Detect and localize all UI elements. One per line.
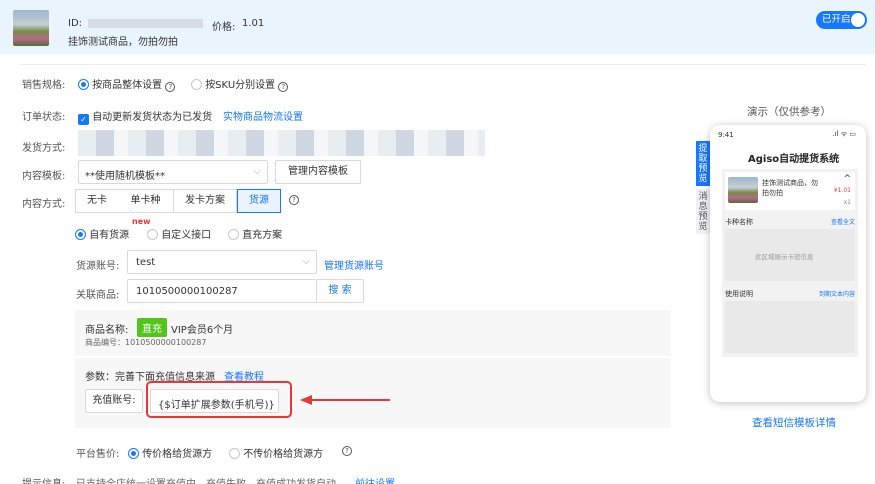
price-label: 价格: [212,22,236,33]
preview-card-area: 此区域展示卡密信息 [725,229,855,281]
product-header: ID: 价格: 1.01 挂饰测试商品，勿拍勿拍 已开启 [0,0,875,54]
pass-price-label: 传价格给货源方 [142,449,213,460]
header-divider [20,64,866,65]
auto-ship-label: 自动更新发货状态为已发货 [92,112,213,123]
sales-spec-whole[interactable]: 按商品整体设置 ? [78,76,176,92]
radio-icon [128,448,139,459]
tip-text: 已支持全店统一设置充值中、充值失败、充值成功发货自动 [76,475,336,484]
tab-no-card[interactable]: 无卡 [75,189,119,213]
chevron-up-icon: ^ [843,174,851,184]
toggle-knob [851,13,865,27]
chevron-down-icon: ⌵ [253,166,261,177]
radio-icon [147,229,158,240]
linked-product-input[interactable]: 1010500000100287 [127,279,317,303]
help-icon: ? [165,82,176,92]
preview-thumbnail [728,177,758,203]
platform-price-label: 平台售价: [76,449,120,460]
tab-message-preview[interactable]: 消息预览 [696,189,710,234]
nopass-price-radio[interactable]: 不传价格给货源方 [229,445,323,460]
manage-template-button[interactable]: 管理内容模板 [275,160,361,184]
phone-status-icon: .ıl ᯤ ▭ [832,130,856,138]
preview-body: 挂饰测试商品，勿拍勿拍 ^ ¥1.01 x1 卡种名称 查看全文 此区域展示卡密… [722,169,858,357]
sales-spec-whole-label: 按商品整体设置 [92,80,163,91]
sms-template-link[interactable]: 查看短信模板详情 [752,415,836,430]
preview-usage-link: 到期文本内容 [818,291,855,298]
product-name-label: 商品名称: [85,325,129,336]
toggle-label: 已开启 [822,14,851,25]
radio-icon [229,448,240,459]
ship-method-redacted [78,130,485,156]
tip-settings-link[interactable]: 前往设置 [355,475,395,484]
chevron-down-icon: ⌵ [302,256,310,267]
id-label: ID: [68,18,83,29]
preview-card-label: 卡种名称 [725,218,753,226]
phone-time: 9:41 [718,131,734,139]
source-account-select[interactable]: test ⌵ [127,250,317,274]
preview-price: ¥1.01 [833,187,851,194]
tab-single-card[interactable]: 单卡种 [118,189,174,213]
help-icon: ? [289,195,299,205]
arrow-left-icon [300,395,390,405]
source-account-value: test [136,257,156,268]
highlight-box [146,381,292,418]
search-button[interactable]: 搜 索 [316,279,364,303]
phone-preview: 9:41 .ıl ᯤ ▭ Agiso自动提货系统 挂饰测试商品，勿拍勿拍 ^ ¥… [710,125,866,402]
preview-product-card: 挂饰测试商品，勿拍勿拍 ^ ¥1.01 x1 [725,172,855,210]
app-title: Agiso自动提货系统 [748,154,840,165]
nopass-price-label: 不传价格给货源方 [243,449,324,460]
source-own-radio[interactable]: 自有货源 [75,226,129,241]
product-info-panel: 商品名称: 直充 VIP会员6个月 商品编号：1010500000100287 [75,310,671,356]
preview-title: 演示（仅供参考） [747,106,831,118]
tab-card-plan[interactable]: 发卡方案 [174,189,237,213]
source-direct-radio[interactable]: 直充方案 [228,226,282,241]
product-thumbnail [13,10,49,46]
tip-label: 提示信息: [22,475,65,484]
recharge-account-button[interactable]: 充值账号: [85,389,143,413]
radio-icon [75,229,86,240]
new-badge: new [132,217,151,226]
preview-qty: x1 [843,199,851,206]
manage-source-link[interactable]: 管理货源账号 [324,257,384,272]
preview-usage-area [725,301,855,353]
preview-card-placeholder: 此区域展示卡密信息 [755,253,814,261]
order-status-label: 订单状态: [22,112,66,123]
ship-method-label: 发货方式: [22,143,66,154]
content-template-label: 内容模板: [22,171,66,182]
product-code: 商品编号：1010500000100287 [85,338,207,347]
content-template-value: **使用随机模板** [85,171,165,182]
radio-icon [191,79,202,90]
auto-ship-checkbox[interactable]: ✓ 自动更新发货状态为已发货 [78,108,212,125]
source-own-label: 自有货源 [89,230,130,241]
product-name: VIP会员6个月 [171,325,234,336]
source-direct-label: 直充方案 [242,230,283,241]
preview-product-name: 挂饰测试商品，勿拍勿拍 [762,179,818,197]
check-icon: ✓ [78,114,89,125]
linked-product-value: 1010500000100287 [136,286,238,297]
tab-pickup-preview[interactable]: 提取预览 [696,141,710,186]
product-title: 挂饰测试商品，勿拍勿拍 [68,37,178,48]
tab-source[interactable]: 货源 [237,189,281,213]
pass-price-radio[interactable]: 传价格给货源方 [128,445,212,460]
radio-icon [78,79,89,90]
sales-spec-label: 销售规格: [22,80,66,91]
source-custom-radio[interactable]: 自定义接口 [147,226,211,241]
logistics-settings-link[interactable]: 实物商品物流设置 [223,108,303,123]
sales-spec-sku[interactable]: 按SKU分别设置 ? [191,76,289,92]
help-icon: ? [342,446,352,456]
sales-spec-sku-label: 按SKU分别设置 [205,80,276,91]
preview-card-link: 查看全文 [830,219,855,226]
id-redacted [88,19,203,28]
source-account-label: 货源账号: [76,261,120,272]
source-custom-label: 自定义接口 [161,230,212,241]
direct-badge: 直充 [137,318,167,337]
enable-toggle[interactable]: 已开启 [816,11,867,29]
help-icon: ? [278,82,289,92]
preview-usage-label: 使用说明 [725,290,753,298]
radio-icon [228,229,239,240]
linked-product-label: 关联商品: [76,290,120,301]
content-template-select[interactable]: **使用随机模板** ⌵ [78,160,268,184]
content-method-label: 内容方式: [22,199,66,210]
price-value: 1.01 [242,18,265,29]
